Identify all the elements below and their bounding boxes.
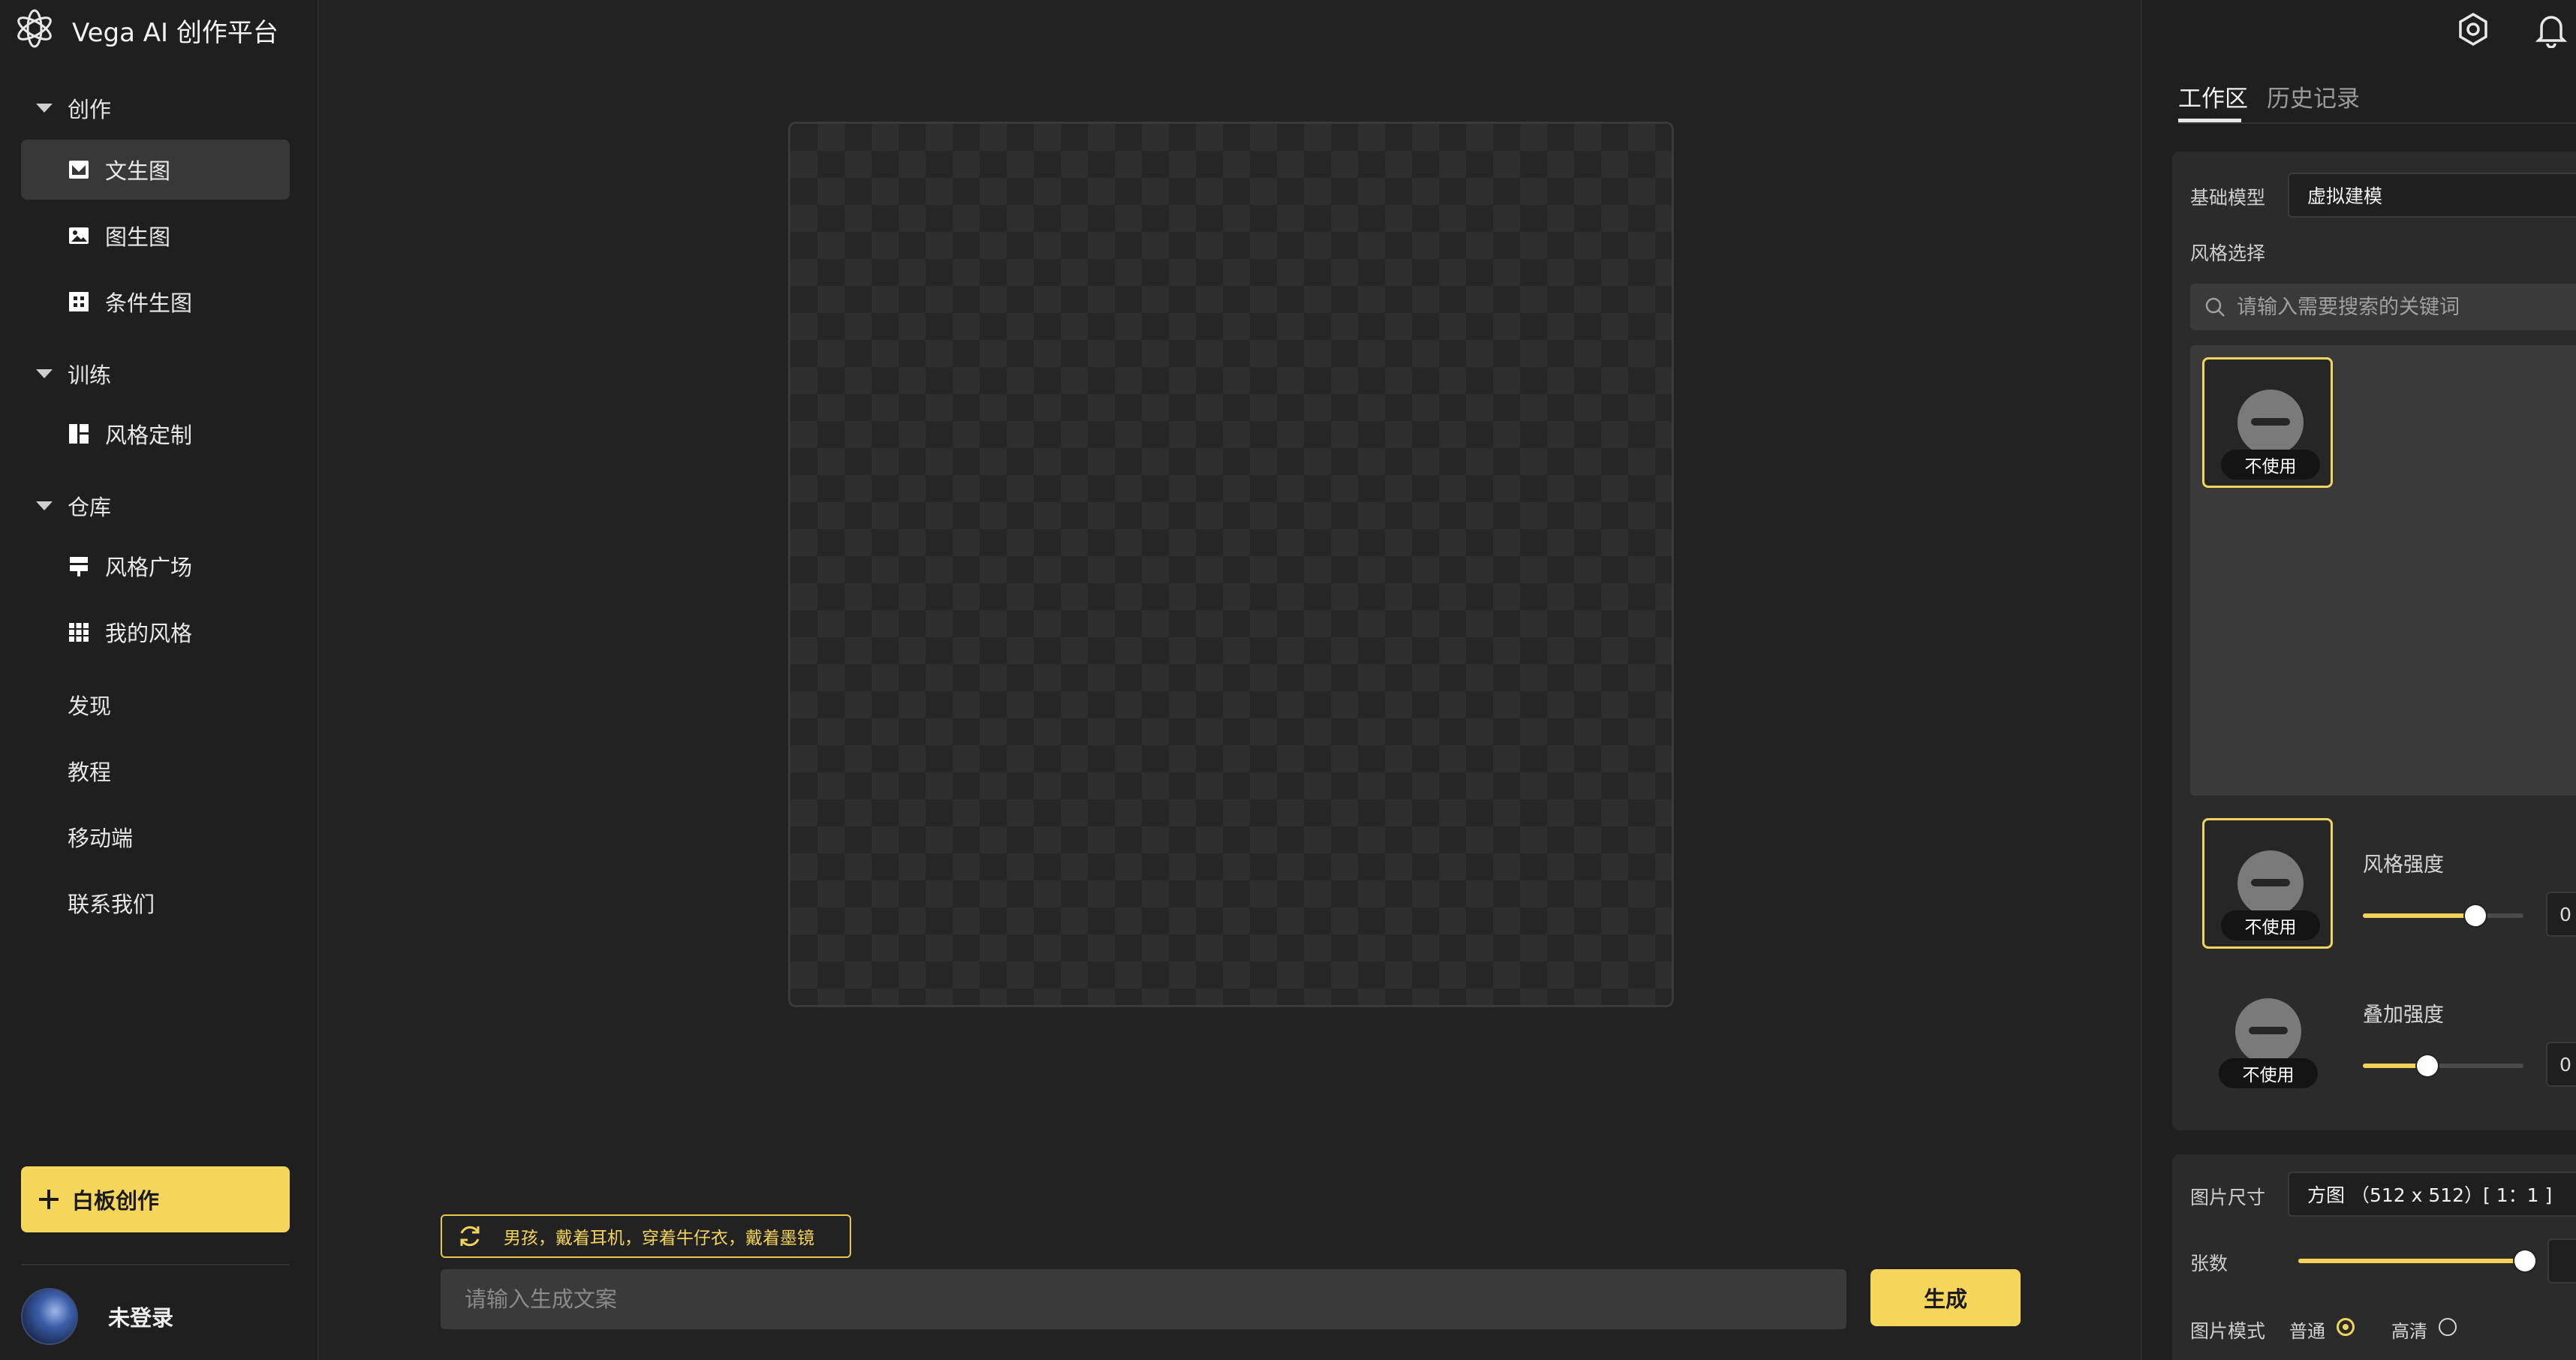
sidebar-link-discover[interactable]: 发现: [68, 689, 111, 721]
sidebar-divider: [21, 1264, 290, 1265]
overlay-strength-readout: 0: [2559, 1053, 2571, 1076]
mode-normal-label[interactable]: 普通: [2289, 1316, 2325, 1343]
style-search[interactable]: [2190, 284, 2576, 330]
style-tile-tag: 不使用: [2221, 450, 2320, 480]
user-login[interactable]: 未登录: [21, 1286, 173, 1346]
nav-group-label: 创作: [68, 97, 112, 122]
slider-thumb[interactable]: [2416, 1055, 2438, 1076]
style-strength-slider[interactable]: [2363, 904, 2523, 928]
refresh-icon[interactable]: [456, 1222, 484, 1250]
whiteboard-label: 白板创作: [72, 1190, 160, 1214]
style-tile-tag: 不使用: [2219, 1058, 2318, 1088]
prompt-suggestion-chip[interactable]: 男孩，戴着耳机，穿着牛仔衣，戴着墨镜: [441, 1214, 851, 1258]
sidebar-link-tutorial[interactable]: 教程: [68, 755, 111, 787]
sidebar-item-label: 文生图: [105, 158, 171, 184]
nav-group-label: 训练: [68, 363, 112, 388]
app-root: Vega AI 创作平台 创作 文生图 图生图 条件生图 训练 风格定制 仓库 …: [0, 0, 2576, 1360]
dashboard-icon: [68, 423, 90, 445]
nav-group-create[interactable]: 创作: [0, 86, 319, 131]
brand[interactable]: Vega AI 创作平台: [14, 6, 278, 54]
image-canvas: [788, 122, 1674, 1007]
mode-hd-radio[interactable]: [2439, 1318, 2457, 1336]
mode-normal-radio[interactable]: [2337, 1318, 2355, 1336]
image-mountain-icon: [68, 158, 90, 181]
overlay-strength-slider[interactable]: [2363, 1054, 2523, 1078]
slider-thumb[interactable]: [2514, 1250, 2535, 1271]
style-strength-label: 风格强度: [2363, 853, 2444, 877]
apps-icon: [68, 621, 90, 643]
base-model-label: 基础模型: [2190, 187, 2266, 209]
picture-icon: [68, 224, 90, 247]
base-model-select[interactable]: 虚拟建模: [2288, 173, 2576, 218]
style-strength-tile[interactable]: 不使用: [2202, 818, 2333, 949]
grid-icon: [68, 290, 90, 313]
disabled-icon-bar: [2251, 879, 2290, 886]
sidebar-item-label: 我的风格: [105, 621, 193, 646]
logo-icon: [14, 8, 56, 53]
sidebar-item-label: 风格定制: [105, 423, 193, 448]
sidebar-item-my-styles[interactable]: 我的风格: [21, 602, 290, 662]
count-input[interactable]: [2547, 1238, 2576, 1283]
sidebar-item-label: 图生图: [105, 224, 171, 250]
style-select-label: 风格选择: [2190, 242, 2266, 264]
style-tile-none[interactable]: 不使用: [2202, 357, 2333, 488]
whiteboard-create-button[interactable]: 白板创作: [21, 1166, 290, 1232]
style-tile-tag: 不使用: [2221, 910, 2320, 940]
style-strength-readout: 0: [2559, 903, 2571, 925]
overlay-strength-label: 叠加强度: [2363, 1003, 2444, 1027]
mode-hd-label[interactable]: 高清: [2391, 1316, 2427, 1343]
avatar[interactable]: [21, 1288, 78, 1345]
tab-active-indicator: [2178, 119, 2241, 122]
caret-down-icon: [36, 501, 53, 510]
generate-button[interactable]: 生成: [1870, 1269, 2021, 1326]
image-size-value: 方图 （512 x 512）[ 1：1 ]: [2307, 1184, 2553, 1206]
sidebar-item-conditional-image[interactable]: 条件生图: [21, 272, 290, 332]
style-strength-input[interactable]: 0: [2546, 892, 2576, 937]
sidebar-link-contact[interactable]: 联系我们: [68, 887, 155, 919]
app-title: Vega AI 创作平台: [72, 17, 278, 48]
tab-workspace[interactable]: 工作区: [2178, 80, 2248, 113]
nav-group-repo[interactable]: 仓库: [0, 483, 319, 528]
image-mode-label: 图片模式: [2190, 1320, 2266, 1342]
slider-fill: [2363, 913, 2475, 918]
caret-down-icon: [36, 369, 53, 378]
signpost-icon: [68, 555, 90, 577]
search-icon: [2205, 297, 2225, 317]
image-size-label: 图片尺寸: [2190, 1187, 2266, 1208]
image-size-select[interactable]: 方图 （512 x 512）[ 1：1 ]: [2288, 1172, 2576, 1217]
sidebar-item-label: 风格广场: [105, 555, 193, 580]
disabled-icon-bar: [2251, 418, 2290, 426]
settings-icon[interactable]: [2456, 12, 2490, 47]
plus-icon: [39, 1190, 59, 1209]
count-label: 张数: [2190, 1253, 2228, 1274]
base-model-value: 虚拟建模: [2307, 185, 2383, 207]
disabled-icon-bar: [2249, 1027, 2288, 1034]
slider-fill: [2298, 1259, 2525, 1263]
sidebar-link-mobile[interactable]: 移动端: [68, 821, 133, 853]
user-status: 未登录: [108, 1305, 174, 1331]
nav-group-label: 仓库: [68, 495, 112, 520]
count-slider[interactable]: [2298, 1249, 2535, 1273]
tab-divider: [2178, 122, 2576, 124]
overlay-strength-tile[interactable]: 不使用: [2202, 968, 2333, 1099]
sidebar-item-text-to-image[interactable]: 文生图: [21, 140, 290, 200]
sidebar-item-style-plaza[interactable]: 风格广场: [21, 536, 290, 596]
overlay-strength-input[interactable]: 0: [2546, 1042, 2576, 1087]
prompt-suggestion-text: 男孩，戴着耳机，穿着牛仔衣，戴着墨镜: [504, 1229, 814, 1248]
caret-down-icon: [36, 104, 53, 113]
style-search-input[interactable]: [2237, 286, 2576, 328]
nav-group-train[interactable]: 训练: [0, 351, 319, 396]
sidebar: Vega AI 创作平台 创作 文生图 图生图 条件生图 训练 风格定制 仓库 …: [0, 0, 319, 1360]
sidebar-item-style-custom[interactable]: 风格定制: [21, 404, 290, 464]
sidebar-item-image-to-image[interactable]: 图生图: [21, 206, 290, 266]
bell-icon[interactable]: [2534, 12, 2568, 48]
tab-history[interactable]: 历史记录: [2267, 80, 2360, 113]
prompt-input[interactable]: [441, 1269, 1846, 1329]
slider-thumb[interactable]: [2464, 905, 2486, 926]
sidebar-item-label: 条件生图: [105, 290, 193, 316]
